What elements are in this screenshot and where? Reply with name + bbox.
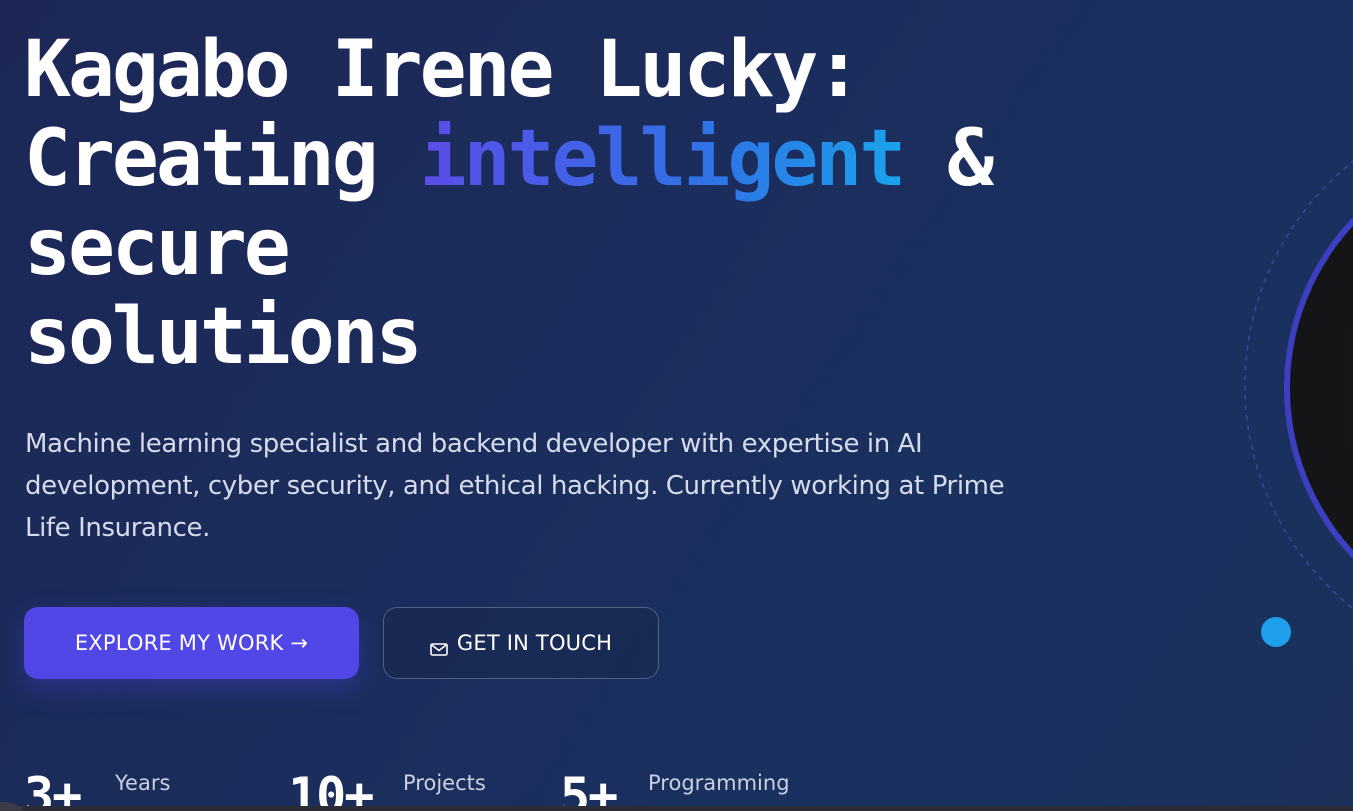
stat-years-value: 3+ <box>24 767 82 811</box>
stat-programming-value: 5+ <box>560 767 618 811</box>
hero-title: Kagabo Irene Lucky: Creating intelligent… <box>24 25 994 382</box>
hero-title-line-1: Kagabo Irene Lucky: <box>24 25 862 115</box>
stat-years-label: Years <box>115 771 171 795</box>
mail-icon <box>430 637 448 656</box>
hero-title-line-2: Creating intelligent & <box>24 114 994 204</box>
hero-title-accent: intelligent <box>419 114 907 204</box>
get-in-touch-label: GET IN TOUCH <box>456 631 613 655</box>
hero-description: Machine learning specialist and backend … <box>25 429 1005 543</box>
avatar-circle <box>1284 217 1353 559</box>
get-in-touch-button[interactable]: GET IN TOUCH <box>383 607 659 679</box>
explore-my-work-label: EXPLORE MY WORK → <box>74 631 309 655</box>
hero-title-pre: Creating <box>24 114 420 204</box>
stat-programming-label: Programming <box>648 771 790 795</box>
hero-title-line-3: secure <box>24 203 291 293</box>
explore-my-work-button[interactable]: EXPLORE MY WORK → <box>24 607 359 679</box>
accent-dot <box>1261 617 1291 647</box>
bottom-corner-shape <box>0 802 22 811</box>
stat-projects-label: Projects <box>403 771 486 795</box>
stat-projects-value: 10+ <box>288 767 374 811</box>
hero-title-line-4: solutions <box>24 292 423 382</box>
profile-orbit-decoration <box>1244 160 1353 610</box>
bottom-scrollbar-strip <box>0 806 1353 811</box>
hero-title-post: & <box>903 114 994 204</box>
